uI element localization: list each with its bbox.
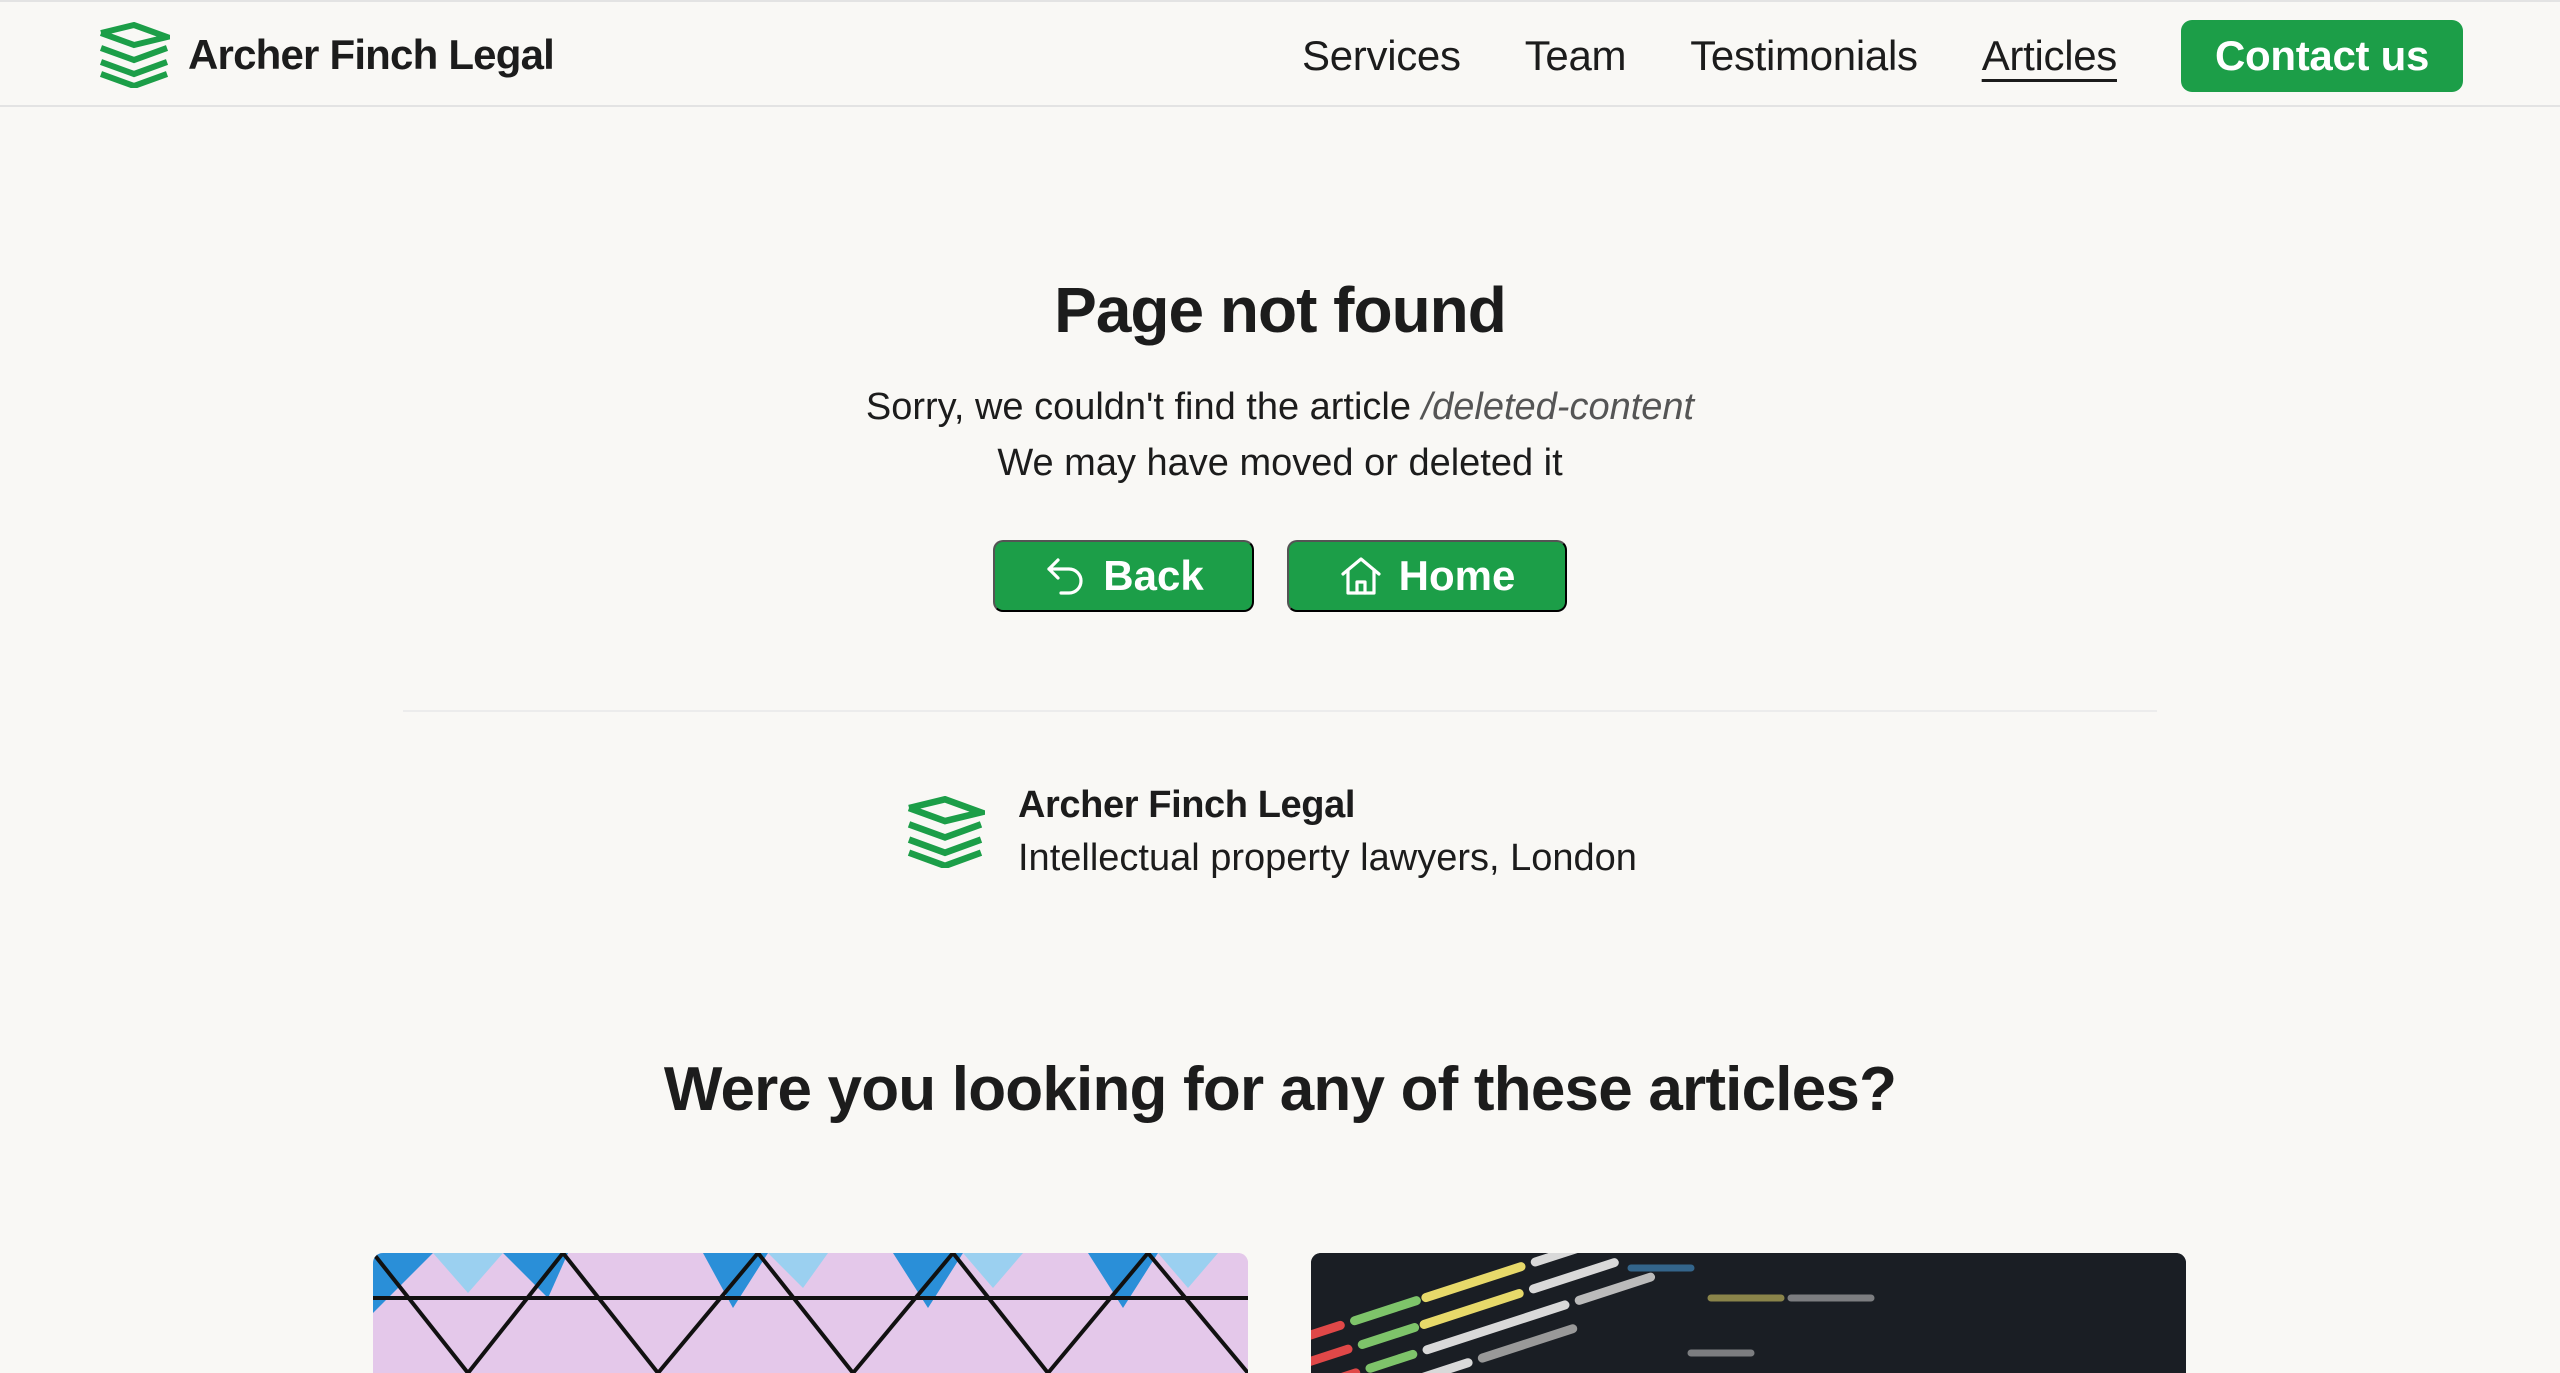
not-found-message: Sorry, we couldn't find the article /del… [0, 382, 2560, 432]
sorry-text: Sorry, we couldn't find the article [866, 386, 1411, 428]
back-button[interactable]: Back [993, 540, 1254, 612]
brand-link[interactable]: Archer Finch Legal [98, 22, 554, 88]
nav-services[interactable]: Services [1302, 32, 1461, 80]
error-actions: Back Home [993, 540, 1567, 612]
firm-description: Intellectual property lawyers, London [1018, 830, 1637, 886]
nav-articles[interactable]: Articles [1982, 32, 2117, 80]
nav-team[interactable]: Team [1525, 32, 1627, 80]
firm-info: Archer Finch Legal Intellectual property… [905, 780, 1637, 886]
contact-us-button[interactable]: Contact us [2181, 20, 2463, 92]
back-label: Back [1103, 552, 1203, 600]
firm-logo-icon [905, 796, 985, 868]
home-label: Home [1399, 552, 1516, 600]
main-nav: Services Team Testimonials Articles Cont… [1302, 20, 2463, 92]
firm-text: Archer Finch Legal Intellectual property… [1018, 780, 1637, 886]
suggestions-heading: Were you looking for any of these articl… [0, 1050, 2560, 1130]
moved-message: We may have moved or deleted it [0, 438, 2560, 488]
brand-name: Archer Finch Legal [188, 31, 554, 79]
home-button[interactable]: Home [1287, 540, 1567, 612]
article-image-code [1311, 1253, 2186, 1373]
firm-name: Archer Finch Legal [1018, 780, 1637, 830]
article-image-geometric [373, 1253, 1248, 1373]
missing-path: /deleted-content [1422, 386, 1695, 428]
section-divider [403, 710, 2157, 712]
page-title: Page not found [0, 270, 2560, 350]
undo-arrow-icon [1043, 554, 1087, 598]
nav-testimonials[interactable]: Testimonials [1690, 32, 1917, 80]
article-card-1[interactable] [373, 1253, 1248, 1373]
brand-logo-icon [98, 22, 170, 88]
article-card-2[interactable] [1311, 1253, 2186, 1373]
house-icon [1339, 554, 1383, 598]
site-header: Archer Finch Legal Services Team Testimo… [0, 2, 2560, 107]
